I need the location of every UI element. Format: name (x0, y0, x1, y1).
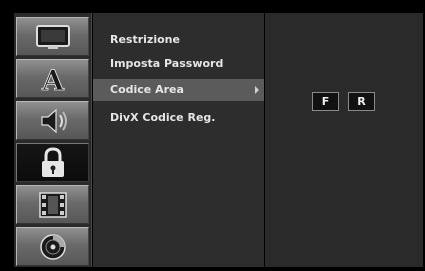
submenu-arrow-icon (255, 86, 259, 94)
category-language[interactable]: A (16, 59, 89, 98)
category-disc[interactable] (16, 227, 89, 266)
recording-icon (38, 191, 67, 218)
menu-item-label: Restrizione (110, 33, 180, 46)
category-icon-strip: A (14, 13, 92, 267)
menu-item-imposta-password[interactable]: Imposta Password (93, 53, 264, 75)
area-code-char-1[interactable]: F (312, 92, 339, 111)
menu-item-label: DivX Codice Reg. (110, 111, 216, 124)
category-lock[interactable] (16, 143, 89, 182)
menu-item-label: Imposta Password (110, 57, 224, 70)
category-audio[interactable] (16, 101, 89, 140)
disc-icon (39, 233, 66, 260)
category-recording[interactable] (16, 185, 89, 224)
menu-item-label: Codice Area (110, 83, 184, 96)
menu-item-codice-area[interactable]: Codice Area (93, 79, 264, 101)
dvd-setup-screen: A Restrizione Imposta Password Codice Ar… (0, 0, 425, 271)
lock-icon (41, 146, 64, 177)
value-panel: F R (265, 13, 423, 267)
area-code-char-2[interactable]: R (348, 92, 375, 111)
menu-item-restrizione[interactable]: Restrizione (93, 29, 264, 51)
display-icon (35, 24, 70, 49)
menu-item-divx-codice-reg[interactable]: DivX Codice Reg. (93, 107, 264, 129)
category-display[interactable] (16, 17, 89, 56)
language-icon: A (40, 64, 65, 94)
lock-menu-panel: Restrizione Imposta Password Codice Area… (93, 13, 264, 267)
audio-icon (40, 108, 67, 133)
svg-text:A: A (41, 64, 65, 94)
